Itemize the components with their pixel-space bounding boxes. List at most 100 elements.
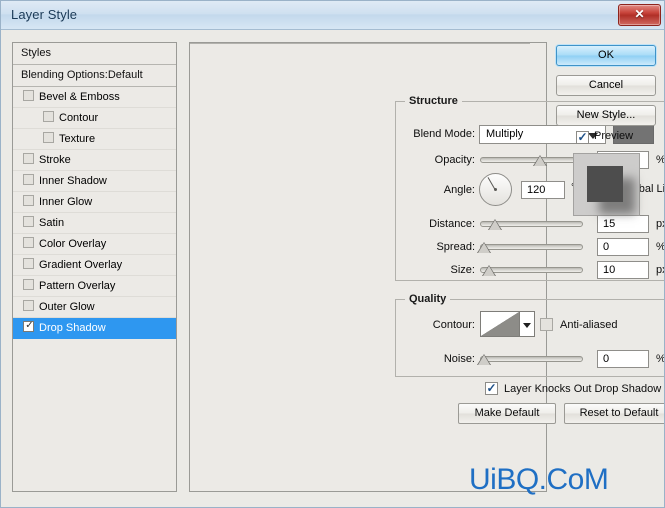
quality-group-label: Quality	[405, 293, 451, 305]
sidebar-item-label: Color Overlay	[39, 238, 107, 250]
watermark-text: UiBQ.CoM	[469, 463, 609, 496]
anti-aliased-checkbox[interactable]	[540, 318, 553, 331]
effect-toggle-checkbox[interactable]	[43, 132, 54, 143]
effect-toggle-checkbox[interactable]	[23, 300, 34, 311]
blend-mode-value: Multiply	[486, 128, 524, 140]
spread-input[interactable]: 0	[597, 238, 649, 256]
sidebar-item-color-overlay[interactable]: Color Overlay	[13, 234, 176, 255]
distance-unit: px	[656, 218, 664, 230]
opacity-unit: %	[656, 154, 665, 166]
sidebar-item-label: Stroke	[39, 154, 71, 166]
sidebar-item-contour[interactable]: Contour	[13, 108, 176, 129]
effect-toggle-checkbox[interactable]	[23, 279, 34, 290]
preview-checkbox[interactable]	[576, 128, 589, 146]
opacity-slider[interactable]	[480, 153, 583, 167]
distance-input[interactable]: 15	[597, 215, 649, 233]
layer-knocks-out-checkbox[interactable]	[485, 379, 498, 397]
reset-to-default-button[interactable]: Reset to Default	[564, 403, 664, 424]
title-bar: Layer Style ✕	[1, 1, 664, 30]
sidebar-item-texture[interactable]: Texture	[13, 129, 176, 150]
close-button[interactable]: ✕	[618, 4, 661, 26]
sidebar-item-label: Contour	[59, 112, 99, 124]
effect-toggle-checkbox[interactable]	[23, 216, 34, 227]
preview-label: Preview	[594, 130, 634, 142]
spread-label: Spread:	[436, 241, 475, 253]
spread-slider-handle[interactable]	[477, 242, 492, 254]
effect-toggle-checkbox[interactable]	[43, 111, 54, 122]
angle-label: Angle:	[443, 184, 475, 196]
size-input[interactable]: 10	[597, 261, 649, 279]
contour-dropdown-button[interactable]	[520, 311, 535, 337]
contour-curve-icon	[481, 312, 519, 336]
sidebar-item-label: Satin	[39, 217, 65, 229]
sidebar-item-label: Pattern Overlay	[39, 280, 116, 292]
styles-sidebar: Styles Blending Options:Default Bevel & …	[12, 42, 177, 492]
sidebar-item-label: Gradient Overlay	[39, 259, 123, 271]
noise-slider-handle[interactable]	[477, 354, 492, 366]
window-title: Layer Style	[11, 7, 78, 22]
sidebar-item-inner-glow[interactable]: Inner Glow	[13, 192, 176, 213]
opacity-slider-handle[interactable]	[532, 155, 547, 167]
sidebar-item-outer-glow[interactable]: Outer Glow	[13, 297, 176, 318]
layer-knocks-out-label: Layer Knocks Out Drop Shadow	[504, 383, 662, 395]
size-label: Size:	[450, 264, 475, 276]
effect-toggle-checkbox[interactable]	[23, 258, 34, 269]
blend-mode-label: Blend Mode:	[413, 128, 475, 140]
noise-input[interactable]: 0	[597, 350, 649, 368]
blending-options-row[interactable]: Blending Options:Default	[13, 65, 176, 87]
styles-header: Styles	[13, 43, 176, 65]
effect-toggle-checkbox[interactable]	[23, 319, 35, 332]
noise-slider-track	[480, 356, 583, 362]
noise-unit: %	[656, 353, 665, 365]
make-default-button[interactable]: Make Default	[458, 403, 556, 424]
sidebar-item-label: Texture	[59, 133, 96, 145]
size-slider-handle[interactable]	[482, 265, 497, 277]
sidebar-item-gradient-overlay[interactable]: Gradient Overlay	[13, 255, 176, 276]
spread-slider[interactable]	[477, 240, 583, 254]
cancel-button[interactable]: Cancel	[556, 75, 656, 96]
anti-aliased-label: Anti-aliased	[560, 319, 618, 331]
effect-toggle-checkbox[interactable]	[23, 153, 34, 164]
sidebar-item-label: Inner Glow	[39, 196, 93, 208]
opacity-slider-track	[480, 157, 583, 163]
spread-unit: %	[656, 241, 665, 253]
sidebar-item-pattern-overlay[interactable]: Pattern Overlay	[13, 276, 176, 297]
angle-center-dot	[494, 188, 497, 191]
contour-label: Contour:	[432, 319, 475, 331]
distance-slider[interactable]	[480, 217, 583, 231]
sidebar-item-inner-shadow[interactable]: Inner Shadow	[13, 171, 176, 192]
noise-label: Noise:	[443, 353, 475, 365]
distance-slider-handle[interactable]	[488, 219, 503, 231]
sidebar-item-label: Outer Glow	[39, 301, 95, 313]
sidebar-item-label: Inner Shadow	[39, 175, 107, 187]
effect-toggle-checkbox[interactable]	[23, 195, 34, 206]
layer-style-dialog: Layer Style ✕ Styles Blending Options:De…	[0, 0, 665, 508]
sidebar-item-label: Drop Shadow	[39, 322, 106, 334]
sidebar-item-satin[interactable]: Satin	[13, 213, 176, 234]
opacity-label: Opacity:	[434, 154, 475, 166]
sidebar-item-bevel-emboss[interactable]: Bevel & Emboss	[13, 87, 176, 108]
sidebar-item-drop-shadow[interactable]: Drop Shadow	[13, 318, 176, 339]
style-effects-list: Bevel & Emboss Contour Texture Stroke Inner …	[13, 87, 176, 339]
angle-input[interactable]: 120	[521, 181, 565, 199]
size-unit: px	[656, 264, 664, 276]
structure-group-label: Structure	[405, 95, 462, 107]
effect-settings-panel: Structure Blend Mode: Multiply Opacity: …	[189, 42, 664, 492]
angle-dial[interactable]	[479, 173, 512, 206]
size-slider[interactable]	[480, 263, 583, 277]
close-icon: ✕	[634, 7, 645, 21]
sidebar-item-label: Bevel & Emboss	[39, 91, 120, 103]
spread-slider-track	[480, 244, 583, 250]
sidebar-item-stroke[interactable]: Stroke	[13, 150, 176, 171]
effect-toggle-checkbox[interactable]	[23, 90, 34, 101]
effect-toggle-checkbox[interactable]	[23, 174, 34, 185]
new-style-button[interactable]: New Style...	[556, 105, 656, 126]
ok-button[interactable]: OK	[556, 45, 656, 66]
distance-label: Distance:	[429, 218, 475, 230]
noise-slider[interactable]	[477, 352, 583, 366]
chevron-down-icon	[523, 323, 531, 328]
style-preview-thumbnail	[573, 153, 640, 216]
contour-preset-swatch[interactable]	[480, 311, 520, 337]
preview-shape	[587, 166, 623, 202]
effect-toggle-checkbox[interactable]	[23, 237, 34, 248]
